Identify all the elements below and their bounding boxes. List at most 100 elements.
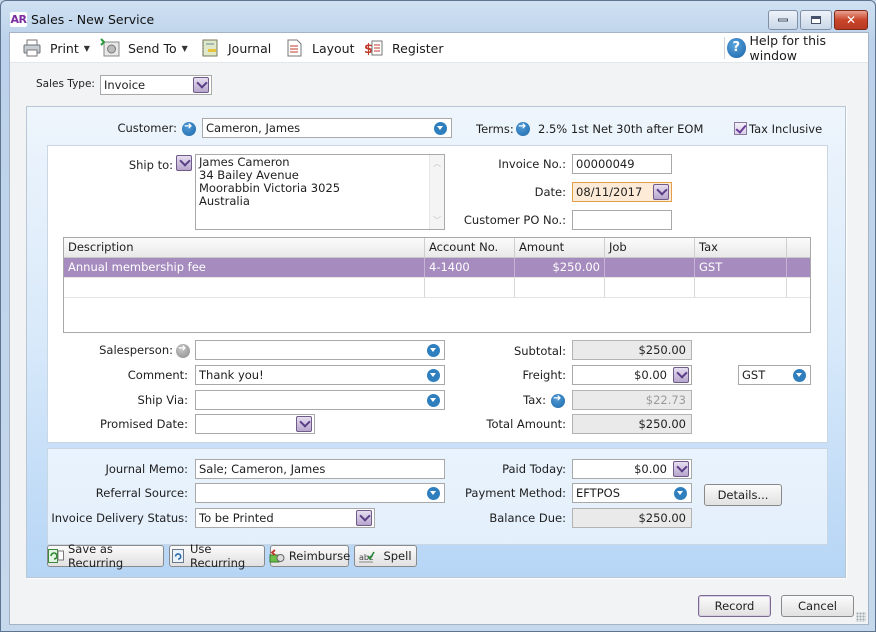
subtotal-field: $250.00 bbox=[572, 340, 692, 360]
cell-job[interactable] bbox=[605, 258, 695, 277]
column-header-job[interactable]: Job bbox=[605, 238, 695, 257]
maximize-button[interactable] bbox=[800, 10, 832, 30]
save-as-recurring-button[interactable]: Save as Recurring bbox=[47, 542, 164, 570]
salesperson-detail-arrow-icon[interactable] bbox=[176, 343, 190, 358]
cell-tax[interactable] bbox=[695, 278, 787, 297]
ship-via-select[interactable] bbox=[195, 390, 445, 410]
tax-inclusive-label: Tax Inclusive bbox=[749, 122, 823, 136]
reimburse-button[interactable]: Reimburse bbox=[269, 545, 351, 567]
spell-label: Spell bbox=[383, 549, 412, 563]
calendar-dropdown-icon[interactable] bbox=[653, 184, 669, 200]
paid-today-field[interactable]: $0.00 bbox=[572, 459, 692, 479]
invoice-no-field[interactable]: 00000049 bbox=[572, 154, 672, 174]
register-label: Register bbox=[392, 40, 444, 56]
help-icon: ? bbox=[727, 38, 746, 58]
address-scrollbar[interactable]: ︿ ﹀ bbox=[429, 155, 444, 229]
promised-date-field[interactable] bbox=[195, 414, 315, 434]
cell-description[interactable] bbox=[64, 278, 425, 297]
payment-method-label: Payment Method: bbox=[464, 486, 566, 500]
register-button[interactable]: $ Register bbox=[364, 37, 443, 59]
scroll-down-icon[interactable]: ﹀ bbox=[433, 214, 441, 227]
layout-button[interactable]: Layout bbox=[284, 37, 355, 59]
comment-label: Comment: bbox=[127, 368, 188, 382]
paid-today-value: $0.00 bbox=[634, 462, 667, 476]
chevron-down-icon[interactable] bbox=[427, 369, 440, 382]
freight-tax-value: GST bbox=[742, 368, 766, 382]
column-header-tax[interactable]: Tax bbox=[695, 238, 787, 257]
toolbar-separator bbox=[724, 37, 725, 59]
cell-account[interactable] bbox=[425, 278, 515, 297]
chevron-down-icon[interactable] bbox=[673, 367, 689, 383]
terms-detail-arrow-icon[interactable] bbox=[516, 121, 530, 136]
minimize-button[interactable] bbox=[768, 10, 798, 30]
cancel-button[interactable]: Cancel bbox=[781, 595, 854, 617]
reimburse-label: Reimburse bbox=[288, 549, 351, 563]
cell-tax[interactable]: GST bbox=[695, 258, 787, 277]
salesperson-select[interactable] bbox=[195, 340, 445, 360]
date-field[interactable]: 08/11/2017 bbox=[572, 182, 672, 202]
customer-select[interactable]: Cameron, James bbox=[202, 118, 452, 138]
sales-type-label: Sales Type: bbox=[36, 78, 95, 90]
comment-select[interactable]: Thank you! bbox=[195, 365, 445, 385]
title-bar[interactable]: AR Sales - New Service ✕ bbox=[1, 1, 875, 33]
close-button[interactable]: ✕ bbox=[834, 10, 868, 30]
invoice-no-label: Invoice No.: bbox=[498, 157, 566, 171]
chevron-down-icon[interactable] bbox=[434, 122, 447, 135]
sales-type-select[interactable]: Invoice bbox=[100, 75, 212, 95]
print-button[interactable]: Print ▼ bbox=[22, 37, 90, 59]
chevron-down-icon[interactable] bbox=[427, 344, 440, 357]
tax-label: Tax: bbox=[523, 393, 546, 407]
chevron-down-icon[interactable] bbox=[193, 77, 209, 93]
chevron-down-icon[interactable] bbox=[673, 461, 689, 477]
send-to-label: Send To bbox=[128, 40, 177, 56]
cell-amount[interactable]: $250.00 bbox=[515, 258, 605, 277]
column-header-account[interactable]: Account No. bbox=[425, 238, 515, 257]
salesperson-label: Salesperson: bbox=[99, 343, 173, 357]
terms-label: Terms: bbox=[476, 122, 514, 136]
cell-job[interactable] bbox=[605, 278, 695, 297]
referral-source-select[interactable] bbox=[195, 483, 445, 503]
cell-account[interactable]: 4-1400 bbox=[425, 258, 515, 277]
table-row[interactable] bbox=[64, 278, 810, 298]
column-header-description[interactable]: Description bbox=[64, 238, 425, 257]
journal-button[interactable]: Journal bbox=[200, 37, 271, 59]
resize-grip-icon[interactable] bbox=[856, 612, 866, 622]
layout-label: Layout bbox=[312, 40, 355, 56]
ship-to-address-field[interactable]: James Cameron 34 Bailey Avenue Moorabbin… bbox=[195, 154, 445, 230]
column-header-amount[interactable]: Amount bbox=[515, 238, 605, 257]
spell-button[interactable]: abc Spell bbox=[354, 545, 417, 567]
chevron-down-icon[interactable] bbox=[793, 369, 806, 382]
help-button[interactable]: ? Help for this window bbox=[727, 33, 868, 63]
sales-type-value: Invoice bbox=[104, 78, 146, 92]
toolbar: Print ▼ Send To ▼ Journal Layout $ Regis… bbox=[10, 33, 868, 63]
freight-tax-select[interactable]: GST bbox=[738, 365, 811, 385]
ship-to-address-dropdown[interactable] bbox=[176, 155, 192, 171]
tax-inclusive-checkbox[interactable] bbox=[734, 122, 747, 135]
record-button[interactable]: Record bbox=[698, 595, 771, 617]
invoice-delivery-status-select[interactable]: To be Printed bbox=[195, 508, 375, 528]
scroll-up-icon[interactable]: ︿ bbox=[433, 157, 441, 170]
use-recurring-button[interactable]: Use Recurring bbox=[169, 542, 265, 570]
tax-detail-arrow-icon[interactable] bbox=[551, 393, 565, 408]
customer-detail-arrow-icon[interactable] bbox=[182, 121, 196, 136]
chevron-down-icon[interactable] bbox=[674, 487, 687, 500]
journal-icon bbox=[200, 38, 220, 58]
window-title: Sales - New Service bbox=[31, 12, 155, 27]
payment-details-button[interactable]: Details... bbox=[704, 484, 782, 506]
cell-amount[interactable] bbox=[515, 278, 605, 297]
table-row[interactable]: Annual membership fee 4-1400 $250.00 GST bbox=[64, 258, 810, 278]
payment-method-select[interactable]: EFTPOS bbox=[572, 483, 692, 503]
comment-value: Thank you! bbox=[199, 368, 264, 382]
chevron-down-icon[interactable] bbox=[356, 510, 372, 526]
chevron-down-icon[interactable] bbox=[427, 487, 440, 500]
freight-field[interactable]: $0.00 bbox=[572, 365, 692, 385]
customer-po-field[interactable] bbox=[572, 210, 672, 230]
calendar-dropdown-icon[interactable] bbox=[296, 416, 312, 432]
cell-description[interactable]: Annual membership fee bbox=[64, 258, 425, 277]
ship-via-label: Ship Via: bbox=[137, 393, 188, 407]
journal-memo-field[interactable]: Sale; Cameron, James bbox=[195, 459, 445, 479]
help-label: Help for this window bbox=[749, 33, 826, 63]
invoice-details-panel: Ship to: James Cameron 34 Bailey Avenue … bbox=[47, 145, 828, 443]
send-to-button[interactable]: Send To ▼ bbox=[100, 37, 188, 59]
chevron-down-icon[interactable] bbox=[427, 394, 440, 407]
